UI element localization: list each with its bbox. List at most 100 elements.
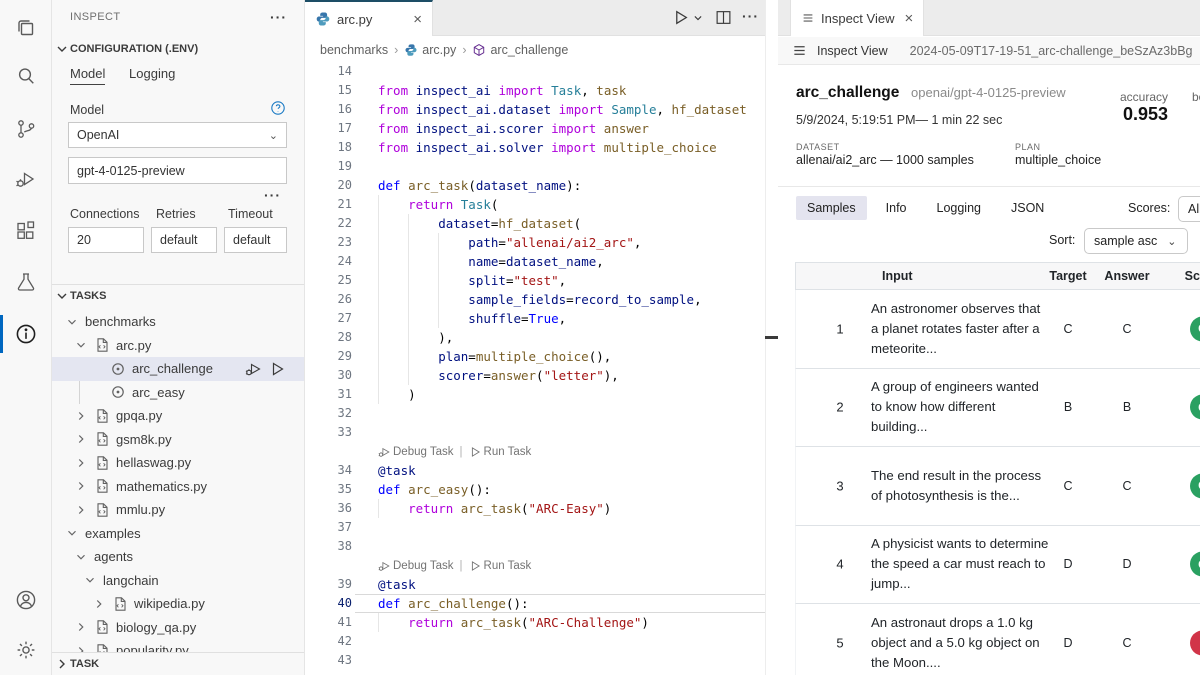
result-tab-info[interactable]: Info xyxy=(875,196,918,220)
close-icon[interactable]: × xyxy=(904,10,913,27)
settings-gear-icon[interactable] xyxy=(14,638,38,662)
sample-target: C xyxy=(1048,322,1088,336)
tree-item-mmlu-py[interactable]: mmlu.py xyxy=(52,498,305,522)
breadcrumb-item[interactable]: arc.py xyxy=(422,43,456,57)
tree-item-wikipedia-py[interactable]: wikipedia.py xyxy=(52,592,305,616)
code-line-34[interactable]: 34@task xyxy=(305,461,765,480)
chevron-right-icon xyxy=(74,478,94,494)
debug-task-icon[interactable] xyxy=(245,361,261,377)
configuration-section-header[interactable]: CONFIGURATION (.ENV) xyxy=(54,41,198,57)
account-icon[interactable] xyxy=(14,588,38,612)
tasks-section-header[interactable]: TASKS xyxy=(54,288,106,304)
code-line-38[interactable]: 38 xyxy=(305,537,765,556)
config-more-icon[interactable]: ··· xyxy=(264,187,281,203)
code-line-32[interactable]: 32 xyxy=(305,404,765,423)
menu-icon[interactable] xyxy=(792,43,807,58)
code-line-15[interactable]: 15from inspect_ai import Task, task xyxy=(305,81,765,100)
breadcrumb-item[interactable]: benchmarks xyxy=(320,43,388,57)
code-line-31[interactable]: 31) xyxy=(305,385,765,404)
sample-row-5[interactable]: 5An astronaut drops a 1.0 kg object and … xyxy=(795,604,1200,675)
code-editor[interactable]: 1415from inspect_ai import Task, task16f… xyxy=(305,62,765,675)
tree-item-hellaswag-py[interactable]: hellaswag.py xyxy=(52,451,305,475)
tree-item-agents[interactable]: agents xyxy=(52,545,305,569)
editor-more-actions-icon[interactable]: ··· xyxy=(742,8,759,24)
result-tab-samples[interactable]: Samples xyxy=(796,196,867,220)
code-line-25[interactable]: 25split="test", xyxy=(305,271,765,290)
code-line-21[interactable]: 21return Task( xyxy=(305,195,765,214)
tree-item-biology-qa-py[interactable]: biology_qa.py xyxy=(52,616,305,640)
connections-input[interactable]: 20 xyxy=(68,227,144,253)
tree-item-popularity-py[interactable]: popularity.py xyxy=(52,639,305,652)
sample-row-2[interactable]: 2A group of engineers wanted to know how… xyxy=(795,369,1200,448)
tree-item-benchmarks[interactable]: benchmarks xyxy=(52,310,305,334)
retries-input[interactable]: default xyxy=(151,227,217,253)
scores-select[interactable]: All xyxy=(1178,196,1200,222)
timeout-input[interactable]: default xyxy=(224,227,287,253)
config-tab-logging[interactable]: Logging xyxy=(129,66,175,84)
codelens-run-task[interactable]: Run Task xyxy=(469,560,532,572)
run-python-file-icon[interactable] xyxy=(672,9,689,26)
split-editor-icon[interactable] xyxy=(715,9,732,26)
tab-arc-py[interactable]: arc.py × xyxy=(305,0,433,36)
code-line-20[interactable]: 20def arc_task(dataset_name): xyxy=(305,176,765,195)
beaker-icon[interactable] xyxy=(14,270,38,294)
log-file-name[interactable]: 2024-05-09T17-19-51_arc-challenge_beSzAz… xyxy=(910,44,1193,58)
codelens-debug-task[interactable]: Debug Task xyxy=(378,560,454,572)
code-line-30[interactable]: 30scorer=answer("letter"), xyxy=(305,366,765,385)
model-input[interactable]: gpt-4-0125-preview xyxy=(68,157,287,184)
code-line-40[interactable]: 40def arc_challenge(): xyxy=(305,594,765,613)
sample-row-4[interactable]: 4A physicist wants to determine the spee… xyxy=(795,526,1200,605)
sample-row-1[interactable]: 1An astronomer observes that a planet ro… xyxy=(795,290,1200,369)
tree-item-arc-challenge[interactable]: arc_challenge xyxy=(52,357,305,381)
source-control-icon[interactable] xyxy=(14,117,38,141)
info-icon[interactable] xyxy=(14,322,38,346)
help-icon[interactable] xyxy=(270,100,286,116)
code-line-27[interactable]: 27shuffle=True, xyxy=(305,309,765,328)
result-tab-json[interactable]: JSON xyxy=(1000,196,1055,220)
code-line-29[interactable]: 29plan=multiple_choice(), xyxy=(305,347,765,366)
code-line-39[interactable]: 39@task xyxy=(305,575,765,594)
code-line-26[interactable]: 26sample_fields=record_to_sample, xyxy=(305,290,765,309)
code-line-22[interactable]: 22dataset=hf_dataset( xyxy=(305,214,765,233)
close-icon[interactable]: × xyxy=(413,11,422,28)
codelens-debug-task[interactable]: Debug Task xyxy=(378,446,454,458)
tree-item-arc-py[interactable]: arc.py xyxy=(52,334,305,358)
explorer-icon[interactable] xyxy=(14,16,38,40)
sort-select[interactable]: sample asc ⌄ xyxy=(1084,228,1188,254)
code-line-35[interactable]: 35def arc_easy(): xyxy=(305,480,765,499)
tree-item-examples[interactable]: examples xyxy=(52,522,305,546)
code-line-16[interactable]: 16from inspect_ai.dataset import Sample,… xyxy=(305,100,765,119)
code-line-43[interactable]: 43 xyxy=(305,651,765,670)
tree-item-arc-easy[interactable]: arc_easy xyxy=(52,381,305,405)
tree-item-langchain[interactable]: langchain xyxy=(52,569,305,593)
code-line-28[interactable]: 28), xyxy=(305,328,765,347)
extensions-icon[interactable] xyxy=(14,219,38,243)
task-section-header[interactable]: TASK xyxy=(52,652,305,675)
run-dropdown-chevron-icon[interactable] xyxy=(693,13,703,23)
tab-inspect-view[interactable]: Inspect View × xyxy=(790,0,924,36)
result-tab-logging[interactable]: Logging xyxy=(926,196,993,220)
code-line-37[interactable]: 37 xyxy=(305,518,765,537)
codelens-run-task[interactable]: Run Task xyxy=(469,446,532,458)
code-line-33[interactable]: 33 xyxy=(305,423,765,442)
run-task-icon[interactable] xyxy=(269,361,285,377)
code-line-36[interactable]: 36return arc_task("ARC-Easy") xyxy=(305,499,765,518)
code-line-23[interactable]: 23path="allenai/ai2_arc", xyxy=(305,233,765,252)
provider-select[interactable]: OpenAI ⌄ xyxy=(68,122,287,148)
config-tab-model[interactable]: Model xyxy=(70,66,105,85)
breadcrumb-item[interactable]: arc_challenge xyxy=(490,43,568,57)
tree-item-mathematics-py[interactable]: mathematics.py xyxy=(52,475,305,499)
code-line-41[interactable]: 41return arc_task("ARC-Challenge") xyxy=(305,613,765,632)
search-icon[interactable] xyxy=(14,64,38,88)
tree-item-gsm8k-py[interactable]: gsm8k.py xyxy=(52,428,305,452)
tree-item-gpqa-py[interactable]: gpqa.py xyxy=(52,404,305,428)
run-debug-icon[interactable] xyxy=(14,167,38,191)
code-line-18[interactable]: 18from inspect_ai.solver import multiple… xyxy=(305,138,765,157)
code-line-17[interactable]: 17from inspect_ai.scorer import answer xyxy=(305,119,765,138)
sidebar-more-actions-icon[interactable]: ··· xyxy=(270,9,287,25)
code-line-24[interactable]: 24name=dataset_name, xyxy=(305,252,765,271)
code-line-19[interactable]: 19 xyxy=(305,157,765,176)
code-line-42[interactable]: 42 xyxy=(305,632,765,651)
code-line-14[interactable]: 14 xyxy=(305,62,765,81)
sample-row-3[interactable]: 3The end result in the process of photos… xyxy=(795,447,1200,526)
